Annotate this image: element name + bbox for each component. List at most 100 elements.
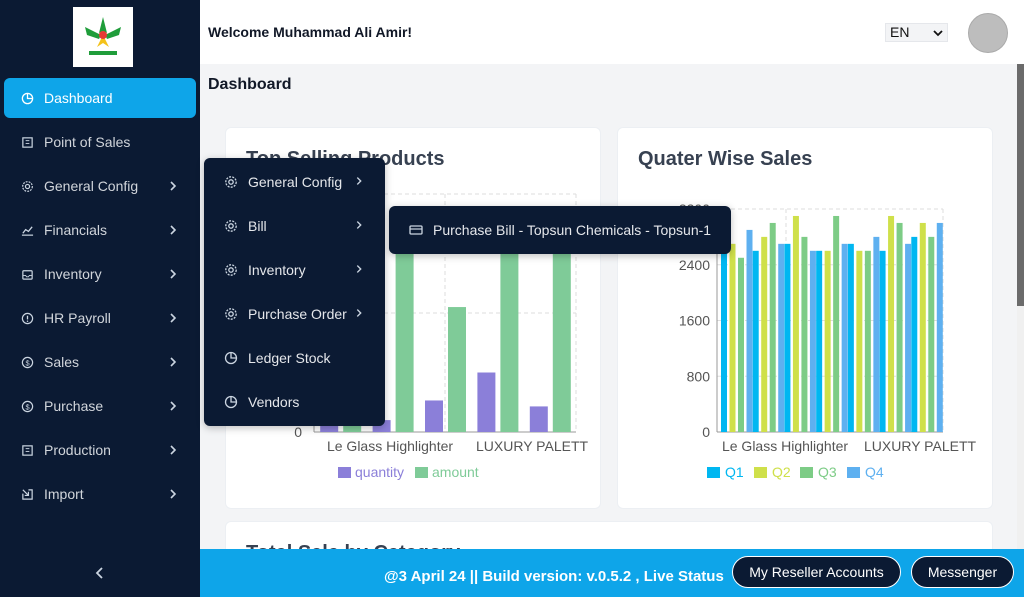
language-select[interactable]: EN: [885, 23, 948, 42]
legend-label: Q1: [725, 464, 744, 480]
menu-item-purchase-order[interactable]: Purchase Order: [204, 292, 385, 336]
bar-Q3: [928, 236, 935, 432]
sidebar-item-label: Production: [44, 442, 111, 458]
bar-Q2: [761, 236, 768, 432]
bar-Q3: [801, 236, 808, 432]
gear-icon: [224, 307, 238, 321]
bar-Q2: [792, 215, 799, 432]
legend-swatch: [800, 467, 813, 478]
bar-quantity: [529, 406, 548, 432]
sidebar-item-label: Sales: [44, 354, 80, 370]
legend-label: amount: [432, 464, 479, 480]
building-icon: [20, 443, 34, 457]
line-chart-icon: [20, 223, 34, 237]
gear-icon: [20, 179, 34, 193]
bar-amount: [395, 235, 414, 432]
my-reseller-accounts-button[interactable]: My Reseller Accounts: [732, 556, 901, 588]
purchase-flyout-menu: General Config Bill Inventory Purchase O…: [204, 158, 385, 426]
dollar-circle-icon: $: [20, 399, 34, 413]
bar-Q2: [824, 250, 831, 432]
avatar[interactable]: [968, 13, 1008, 53]
sidebar-item-label: Purchase: [44, 398, 104, 414]
menu-item-label: Bill: [248, 218, 267, 234]
bar-Q2: [729, 243, 736, 432]
sidebar-item-label: Inventory: [44, 266, 102, 282]
y-tick-label: 0: [294, 424, 302, 440]
bar-Q4: [778, 243, 785, 432]
pie-chart-icon: [224, 395, 238, 409]
sidebar-item-dashboard[interactable]: Dashboard: [4, 78, 196, 118]
bar-Q3: [864, 250, 871, 432]
sidebar-item-label: Point of Sales: [44, 134, 131, 150]
sidebar-item-import[interactable]: Import: [4, 474, 196, 514]
menu-item-label: Purchase Bill - Topsun Chemicals - Topsu…: [433, 222, 712, 238]
bar-Q3: [833, 215, 840, 432]
sidebar-item-label: Dashboard: [44, 90, 113, 106]
bar-Q1: [752, 250, 759, 432]
pie-chart-icon: [20, 91, 34, 105]
sidebar-item-general-config[interactable]: General Config: [4, 166, 196, 206]
bar-Q4: [905, 243, 912, 432]
menu-item-general-config[interactable]: General Config: [204, 160, 385, 204]
menu-item-label: Purchase Order: [248, 306, 347, 322]
bar-Q2: [856, 250, 863, 432]
bar-Q3: [769, 222, 776, 432]
svg-text:$: $: [25, 358, 29, 367]
bar-amount: [552, 235, 571, 432]
bar-Q1: [721, 250, 727, 432]
x-tick-label: Le Glass Highlighter: [327, 438, 453, 454]
scrollbar-thumb[interactable]: [1017, 64, 1024, 306]
menu-item-bill[interactable]: Bill: [204, 204, 385, 248]
chevron-left-icon: [95, 567, 103, 579]
y-tick-label: 800: [687, 368, 711, 384]
legend-label: Q2: [772, 464, 791, 480]
top-header: Welcome Muhammad Ali Amir! EN: [200, 0, 1024, 64]
sidebar-collapse-button[interactable]: [0, 549, 200, 597]
bar-Q1: [784, 243, 791, 432]
chevron-right-icon: [356, 309, 362, 317]
sidebar: Dashboard Point of Sales General Config …: [0, 0, 200, 597]
chevron-down-icon: [933, 30, 943, 37]
sidebar-item-label: HR Payroll: [44, 310, 111, 326]
gear-icon: [224, 263, 238, 277]
sidebar-item-purchase[interactable]: $ Purchase: [4, 386, 196, 426]
language-value: EN: [890, 24, 910, 40]
menu-item-inventory[interactable]: Inventory: [204, 248, 385, 292]
chevron-right-icon: [356, 265, 362, 273]
bar-quantity: [425, 400, 443, 432]
sidebar-item-label: Import: [44, 486, 84, 502]
chevron-right-icon: [170, 357, 177, 367]
company-logo[interactable]: [73, 7, 133, 67]
menu-item-vendors[interactable]: Vendors: [204, 380, 385, 424]
bill-flyout-menu: Purchase Bill - Topsun Chemicals - Topsu…: [389, 206, 731, 254]
menu-item-ledger-stock[interactable]: Ledger Stock: [204, 336, 385, 380]
menu-item-label: Ledger Stock: [248, 350, 331, 366]
sidebar-item-hr-payroll[interactable]: HR Payroll: [4, 298, 196, 338]
bar-Q3: [896, 222, 903, 432]
legend-swatch: [754, 467, 767, 478]
legend-swatch: [707, 467, 720, 478]
gear-icon: [224, 175, 238, 189]
legend-label: quantity: [355, 464, 404, 480]
sidebar-item-point-of-sales[interactable]: Point of Sales: [4, 122, 196, 162]
bar-Q2: [888, 215, 895, 432]
sidebar-item-inventory[interactable]: Inventory: [4, 254, 196, 294]
x-tick-label: Le Glass Highlighter: [722, 438, 848, 454]
chevron-right-icon: [170, 489, 177, 499]
page-title: Dashboard: [208, 76, 292, 93]
sidebar-item-production[interactable]: Production: [4, 430, 196, 470]
menu-item-purchase-bill-topsun[interactable]: Purchase Bill - Topsun Chemicals - Topsu…: [389, 208, 731, 252]
bar-Q4: [746, 229, 753, 432]
legend-label: Q3: [818, 464, 837, 480]
bar-Q4: [936, 222, 943, 432]
legend-label: Q4: [865, 464, 884, 480]
y-tick-label: 2400: [679, 257, 710, 273]
messenger-button[interactable]: Messenger: [911, 556, 1014, 588]
menu-item-label: Vendors: [248, 394, 300, 410]
sidebar-item-sales[interactable]: $ Sales: [4, 342, 196, 382]
sidebar-item-financials[interactable]: Financials: [4, 210, 196, 250]
bar-Q3: [738, 257, 744, 432]
legend-swatch: [338, 467, 351, 478]
y-tick-label: 1600: [679, 313, 710, 329]
menu-item-label: Inventory: [248, 262, 306, 278]
